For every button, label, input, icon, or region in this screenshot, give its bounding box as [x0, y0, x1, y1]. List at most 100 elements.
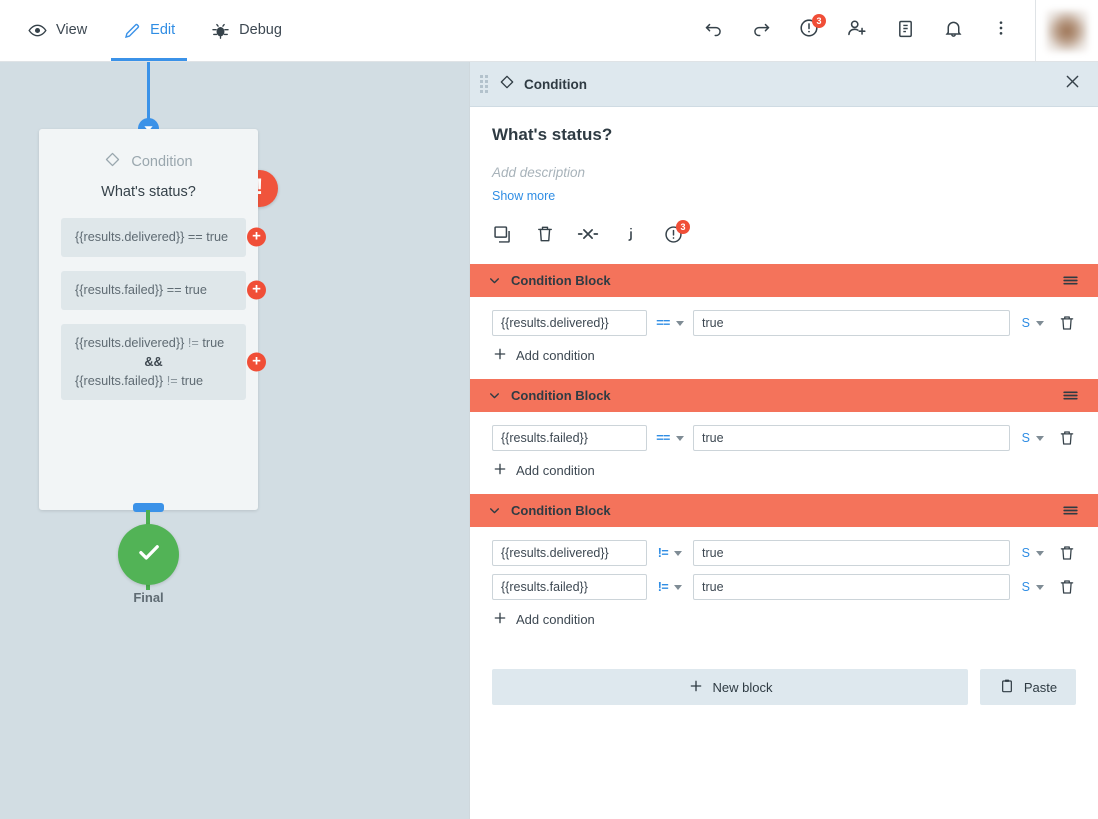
condition-left-input[interactable] [492, 425, 647, 451]
plus-icon [492, 610, 508, 629]
hamburger-menu-icon[interactable] [1061, 501, 1080, 520]
alerts-badge: 3 [812, 13, 826, 28]
bell-icon [943, 18, 964, 44]
new-block-button[interactable]: New block [492, 669, 968, 705]
clipboard-icon [895, 18, 916, 44]
node-alerts-badge: 3 [676, 219, 690, 234]
node-type-label: Condition [131, 153, 193, 170]
tab-debug[interactable]: Debug [193, 0, 300, 61]
operator-dropdown[interactable]: != [647, 580, 693, 594]
condition-block: Condition Block == S [470, 379, 1098, 494]
close-icon[interactable] [1063, 72, 1082, 96]
condition-node-card[interactable]: Condition What's status? {{results.deliv… [39, 129, 266, 510]
chevron-down-icon[interactable] [488, 274, 501, 287]
final-node-label: Final [133, 590, 164, 605]
delete-condition-button[interactable] [1058, 314, 1076, 332]
condition-block-header[interactable]: Condition Block [470, 379, 1098, 412]
condition-right-input[interactable] [693, 310, 1010, 336]
value-type-dropdown[interactable]: S [1022, 316, 1044, 330]
avatar [1046, 9, 1088, 52]
chevron-down-icon [1036, 584, 1044, 590]
chevron-down-icon[interactable] [488, 389, 501, 402]
notifications-button[interactable] [934, 12, 972, 50]
value-type-label: S [1021, 316, 1030, 330]
value-type-label: S [1021, 580, 1030, 594]
chevron-down-icon[interactable] [488, 504, 501, 517]
redo-button[interactable] [742, 12, 780, 50]
description-field[interactable]: Add description [492, 165, 1076, 180]
eye-icon [28, 21, 47, 40]
final-node[interactable] [118, 524, 179, 585]
disconnect-button[interactable] [577, 223, 599, 250]
node-condition-row[interactable]: {{results.delivered}} != true && {{resul… [61, 323, 266, 401]
operator-dropdown[interactable]: == [647, 431, 693, 445]
panel-footer: New block Paste [470, 643, 1098, 705]
hamburger-menu-icon[interactable] [1061, 271, 1080, 290]
tab-view[interactable]: View [10, 0, 105, 61]
plus-icon [492, 461, 508, 480]
node-condition-row[interactable]: {{results.delivered}} == true + [61, 218, 266, 257]
plus-icon [492, 346, 508, 365]
new-block-label: New block [712, 679, 773, 695]
clipboard-button[interactable] [886, 12, 924, 50]
node-branch-add-button[interactable]: + [247, 227, 266, 247]
condition-block-header[interactable]: Condition Block [470, 494, 1098, 527]
hamburger-menu-icon[interactable] [1061, 386, 1080, 405]
condition-left-input[interactable] [492, 540, 647, 566]
more-menu-button[interactable] [982, 12, 1020, 50]
trash-icon [535, 224, 555, 249]
info-icon [621, 224, 641, 249]
tab-edit[interactable]: Edit [105, 0, 193, 61]
value-type-dropdown[interactable]: S [1022, 431, 1044, 445]
add-user-button[interactable] [838, 12, 876, 50]
node-condition-row[interactable]: {{results.failed}} == true + [61, 270, 266, 310]
value-type-dropdown[interactable]: S [1022, 580, 1044, 594]
condition-left-input[interactable] [492, 574, 647, 600]
node-condition-lhs2: {{results.failed}} [75, 373, 164, 388]
disconnect-icon [577, 223, 599, 250]
condition-block: Condition Block != S [470, 494, 1098, 643]
condition-block-header[interactable]: Condition Block [470, 264, 1098, 297]
node-alerts-button[interactable]: 3 [663, 219, 690, 250]
delete-button[interactable] [535, 224, 555, 249]
mode-tabs: View Edit Debug [0, 0, 300, 61]
condition-right-input[interactable] [693, 425, 1010, 451]
add-condition-label: Add condition [516, 612, 595, 627]
node-branch-add-button[interactable]: + [247, 280, 266, 300]
form-title[interactable]: What's status? [492, 125, 1076, 145]
node-condition-op: != [187, 335, 199, 350]
operator-label: == [656, 316, 670, 330]
undo-button[interactable] [694, 12, 732, 50]
panel-title: Condition [524, 76, 587, 92]
add-condition-button[interactable]: Add condition [492, 610, 1076, 629]
node-branch-add-button[interactable]: + [247, 352, 266, 372]
operator-dropdown[interactable]: != [647, 546, 693, 560]
paste-button[interactable]: Paste [980, 669, 1076, 705]
add-condition-button[interactable]: Add condition [492, 461, 1076, 480]
operator-label: != [657, 546, 669, 560]
node-condition-rhs: true [202, 335, 225, 350]
chevron-down-icon [675, 320, 684, 326]
value-type-dropdown[interactable]: S [1022, 546, 1044, 560]
delete-condition-button[interactable] [1058, 544, 1076, 562]
drag-handle-icon[interactable] [480, 75, 488, 93]
copy-button[interactable] [492, 224, 513, 250]
condition-row: == S [492, 310, 1076, 336]
condition-right-input[interactable] [693, 540, 1010, 566]
avatar-container[interactable] [1035, 0, 1098, 62]
alerts-button[interactable]: 3 [790, 12, 828, 50]
bug-icon [211, 21, 230, 40]
operator-dropdown[interactable]: == [647, 316, 693, 330]
add-condition-label: Add condition [516, 348, 595, 363]
add-condition-button[interactable]: Add condition [492, 346, 1076, 365]
condition-left-input[interactable] [492, 310, 647, 336]
panel-body: What's status? Add description Show more [470, 107, 1098, 250]
info-button[interactable] [621, 224, 641, 249]
show-more-link[interactable]: Show more [492, 189, 1076, 203]
tab-view-label: View [56, 22, 88, 39]
condition-right-input[interactable] [693, 574, 1010, 600]
condition-block-title: Condition Block [511, 503, 611, 518]
delete-condition-button[interactable] [1058, 578, 1076, 596]
workflow-canvas[interactable]: ! Condition What's status? {{results.del… [0, 62, 470, 819]
delete-condition-button[interactable] [1058, 429, 1076, 447]
